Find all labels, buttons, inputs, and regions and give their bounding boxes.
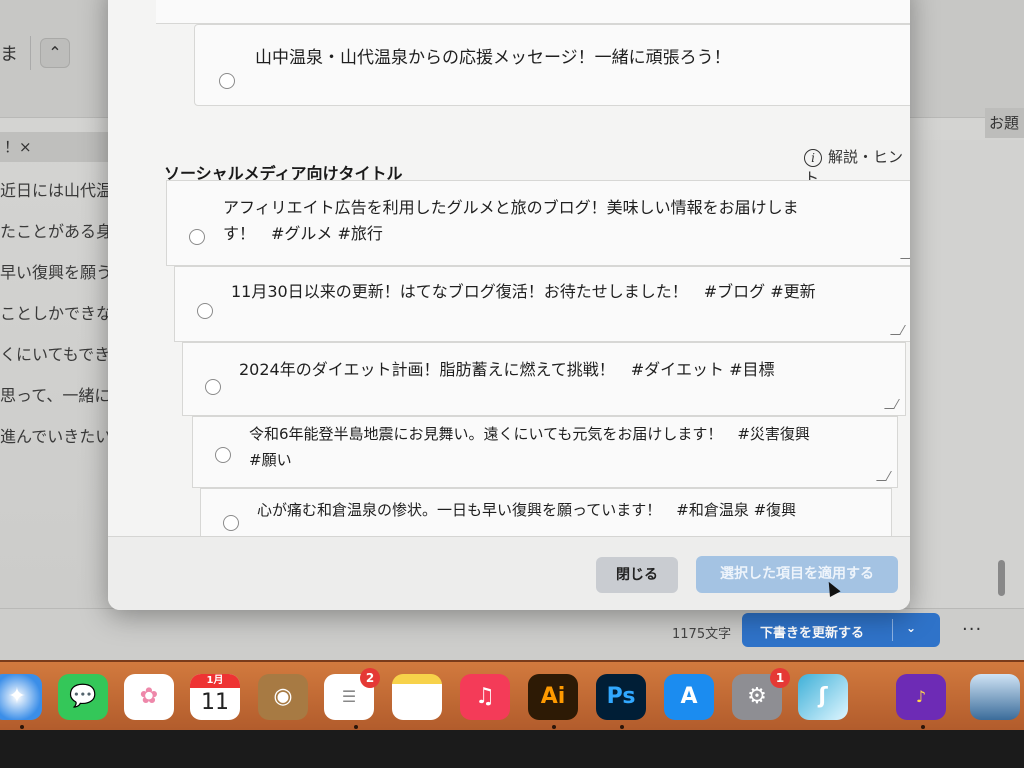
close-button[interactable]: 閉じる [596,557,678,593]
dock: ✦ 💬 ✿ 1月 11 ◉ ☰ 2 ♫ Ai Ps A ⚙ 1 ʃ ♪ [0,660,1024,730]
running-indicator [20,725,24,729]
calendar-icon[interactable]: 1月 11 [190,674,240,720]
option-item[interactable]: 令和6年能登半島地震にお見舞い。遠くにいても元気をお届けします！ #災害復興 #… [192,416,898,488]
apply-selected-button[interactable]: 選択した項目を適用する [696,556,898,593]
update-draft-label: 下書きを更新する [760,626,865,641]
illustrator-label: Ai [540,684,566,709]
option-text-line1: 心が痛む和倉温泉の惨状。一日も早い復興を願っています！ #和倉温泉 #復興 [257,501,797,519]
calendar-month: 1月 [190,674,240,688]
resize-handle-icon[interactable] [884,399,900,409]
screen: ま ⌃ ！× 近日には山代温泉に たことがある身 早い復興を願うに ことしかでき… [0,0,1024,768]
photo-app-icon[interactable] [970,674,1020,720]
collapse-up-button[interactable]: ⌃ [40,38,70,68]
notes-icon[interactable] [392,674,442,720]
intro-app-icon[interactable]: ♪ [896,674,946,720]
previous-option-item[interactable]: 山中温泉・山代温泉からの応援メッセージ！一緒に頑張ろう！ [194,24,910,106]
radio-button[interactable] [197,303,213,319]
option-text: 山中温泉・山代温泉からの応援メッセージ！一緒に頑張ろう！ [255,48,731,68]
option-item[interactable]: アフィリエイト広告を利用したグルメと旅のブログ！美味しい情報をお届けしま す！ … [166,180,910,266]
photoshop-label: Ps [606,684,636,709]
option-text-line2: #願い [249,451,292,469]
resize-handle-icon[interactable] [890,325,906,335]
photos-icon[interactable]: ✿ [124,674,174,720]
options-list: アフィリエイト広告を利用したグルメと旅のブログ！美味しい情報をお届けしま す！ … [166,180,910,548]
option-item[interactable]: 2024年のダイエット計画！脂肪蓄えに燃えて挑戦！ #ダイエット #目標 [182,342,906,416]
running-indicator [354,725,358,729]
editor-status-bar: 1175文字 下書きを更新する ⌄ ··· [0,608,1024,660]
option-text-line1: 2024年のダイエット計画！脂肪蓄えに燃えて挑戦！ #ダイエット #目標 [239,360,775,379]
background-right-tag[interactable]: お題 [985,108,1024,138]
resize-handle-icon[interactable] [900,249,910,259]
option-text-line1: 令和6年能登半島地震にお見舞い。遠くにいても元気をお届けします！ #災害復興 [249,425,810,443]
screen-bezel [0,730,1024,768]
background-right-panel [910,140,1024,610]
character-count: 1175文字 [672,627,732,642]
running-indicator [552,725,556,729]
photoshop-icon[interactable]: Ps [596,674,646,720]
radio-button[interactable] [205,379,221,395]
system-settings-badge: 1 [770,668,790,688]
modal-footer: 閉じる 選択した項目を適用する [108,536,910,610]
previous-section: 山中温泉・山代温泉からの応援メッセージ！一緒に頑張ろう！ [156,0,910,120]
title-suggestion-modal: 山中温泉・山代温泉からの応援メッセージ！一緒に頑張ろう！ ソーシャルメディア向け… [108,0,910,610]
option-item[interactable]: 11月30日以来の更新！はてなブログ復活！お待たせしました！ #ブログ #更新 [174,266,910,342]
illustrator-icon[interactable]: Ai [528,674,578,720]
radio-button[interactable] [215,447,231,463]
music-icon[interactable]: ♫ [460,674,510,720]
background-scrollbar[interactable] [998,560,1005,596]
info-icon: i [804,149,822,167]
toolbar-divider [30,36,31,70]
running-indicator [620,725,624,729]
chevron-down-icon[interactable]: ⌄ [906,621,916,635]
button-separator [892,619,893,641]
running-indicator [921,725,925,729]
messages-icon[interactable]: 💬 [58,674,108,720]
unknown-app-icon[interactable]: ʃ [798,674,848,720]
calendar-day: 11 [201,690,229,715]
background-toolbar-char: ま [0,44,18,65]
option-text-line1: 11月30日以来の更新！はてなブログ復活！お待たせしました！ #ブログ #更新 [231,282,816,301]
safari-icon[interactable]: ✦ [0,674,42,720]
radio-button[interactable] [189,229,205,245]
radio-button[interactable] [219,73,235,89]
resize-handle-icon[interactable] [876,471,892,481]
more-options-icon[interactable]: ··· [962,619,982,640]
option-text-line2: す！ #グルメ #旅行 [223,224,383,243]
update-draft-button[interactable]: 下書きを更新する ⌄ [742,613,940,647]
option-text-line1: アフィリエイト広告を利用したグルメと旅のブログ！美味しい情報をお届けしま [223,198,799,217]
contacts-icon[interactable]: ◉ [258,674,308,720]
app-store-icon[interactable]: A [664,674,714,720]
previous-option-textarea[interactable] [156,0,910,24]
radio-button[interactable] [223,515,239,531]
reminders-badge: 2 [360,668,380,688]
